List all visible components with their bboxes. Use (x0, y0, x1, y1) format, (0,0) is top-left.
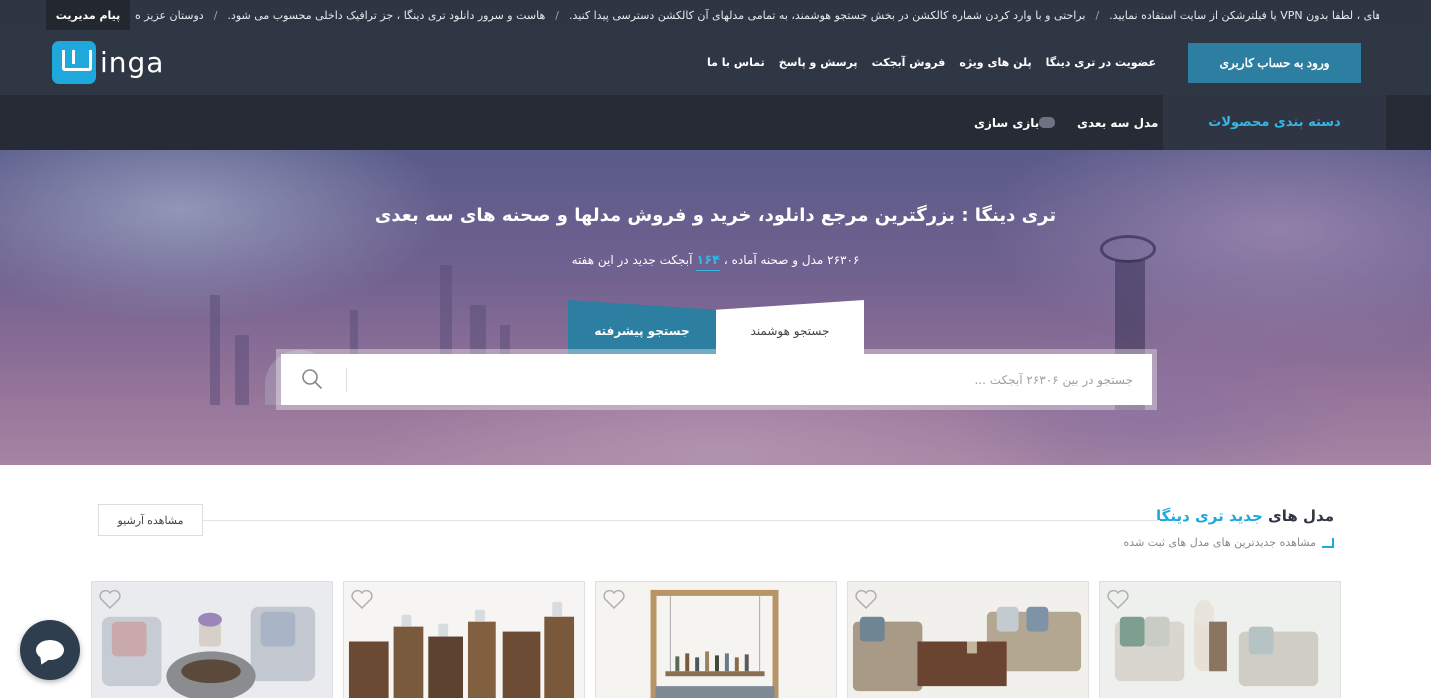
product-card[interactable] (1099, 581, 1341, 698)
ticker-item: برای لود سریع آیتم های ، لطفا بدون VPN ی… (1109, 8, 1379, 22)
product-thumbnail (1100, 582, 1340, 698)
ticker-item: براحتی و با وارد کردن شماره کالکشن در بخ… (568, 8, 1086, 22)
main-nav: عضویت در تری دینگا پلن های ویژه فروش آبج… (693, 30, 1156, 95)
heart-icon[interactable] (602, 588, 626, 610)
product-thumbnail (596, 582, 836, 698)
category-3d-models[interactable]: مدل سه بعدی (1077, 95, 1158, 150)
category-label: مدل سه بعدی (1077, 115, 1159, 130)
hero-banner: تری دینگا : بزرگترین مرجع دانلود، خرید و… (0, 150, 1431, 465)
ticker-separator: / (213, 8, 218, 22)
ticker-separator: / (555, 8, 559, 22)
ticker-messages: برای لود سریع آیتم های ، لطفا بدون VPN ی… (135, 0, 1379, 30)
nav-membership[interactable]: عضویت در تری دینگا (1046, 56, 1156, 69)
heart-icon[interactable] (854, 588, 878, 610)
heart-icon[interactable] (350, 588, 374, 610)
category-label: بازی سازی (974, 115, 1040, 130)
corner-mark-icon (1322, 537, 1334, 548)
category-game-dev[interactable]: بازی سازی (974, 95, 1060, 150)
section-title-part2: جدید تری دینگا (1156, 507, 1263, 525)
section-divider (203, 520, 1160, 521)
gamepad-icon (1039, 117, 1056, 128)
chat-widget-button[interactable] (20, 620, 80, 680)
product-card[interactable] (343, 581, 585, 698)
section-title-part1: مدل های (1268, 507, 1334, 525)
announcement-ticker: برای لود سریع آیتم های ، لطفا بدون VPN ی… (0, 0, 1431, 30)
section-subtitle: مشاهده جدیدترین های مدل های ثبت شده (1124, 536, 1334, 549)
hero-new-label: آبجکت جدید در این هفته (571, 253, 693, 267)
logo-icon (52, 41, 96, 84)
nav-plans[interactable]: پلن های ویژه (959, 56, 1031, 69)
section-subtitle-text: مشاهده جدیدترین های مدل های ثبت شده (1123, 536, 1316, 549)
admin-message-label: پیام مدیریت (46, 0, 130, 30)
ticker-item: دوستان عزیز ه (135, 8, 204, 22)
hero-model-count: ۲۶۳۰۶ مدل و صحنه آماده ، (723, 253, 860, 267)
ticker-separator: / (1095, 8, 1100, 22)
nav-contact[interactable]: تماس با ما (707, 56, 765, 69)
product-thumbnail (92, 582, 332, 698)
product-card[interactable] (847, 581, 1089, 698)
site-logo[interactable]: inga (52, 41, 164, 84)
nav-sell-object[interactable]: فروش آبجکت (872, 56, 946, 69)
product-thumbnail (848, 582, 1088, 698)
ticker-item: هاست و سرور دانلود تری دینگا ، جز ترافیک… (227, 8, 546, 22)
chat-bubble-icon (36, 640, 64, 660)
heart-icon[interactable] (1106, 588, 1130, 610)
search-icon[interactable] (301, 368, 323, 390)
heart-icon[interactable] (98, 588, 122, 610)
logo-text: inga (100, 46, 165, 79)
search-container (276, 349, 1157, 410)
section-title: مدل های جدید تری دینگا (1156, 507, 1334, 525)
product-cards (0, 581, 1431, 698)
hero-subtitle: ۲۶۳۰۶ مدل و صحنه آماده ، ۱۶۴ آبجکت جدید … (0, 253, 1431, 271)
search-box (281, 354, 1152, 405)
search-divider (346, 368, 347, 392)
main-header: inga عضویت در تری دینگا پلن های ویژه فرو… (0, 30, 1431, 95)
hero-title: تری دینگا : بزرگترین مرجع دانلود، خرید و… (374, 205, 1057, 226)
search-input[interactable] (353, 354, 1133, 405)
nav-faq[interactable]: پرسش و پاسخ (779, 56, 858, 69)
product-card[interactable] (91, 581, 333, 698)
product-thumbnail (344, 582, 584, 698)
hero-new-count: ۱۶۴ (696, 253, 721, 271)
product-card[interactable] (595, 581, 837, 698)
category-bar: دسته بندی محصولات مدل سه بعدی بازی سازی (0, 95, 1431, 150)
login-button[interactable]: ورود به حساب کاربری (1188, 43, 1361, 83)
view-archive-button[interactable]: مشاهده آرشیو (98, 504, 203, 536)
product-categories-menu[interactable]: دسته بندی محصولات (1163, 95, 1386, 150)
